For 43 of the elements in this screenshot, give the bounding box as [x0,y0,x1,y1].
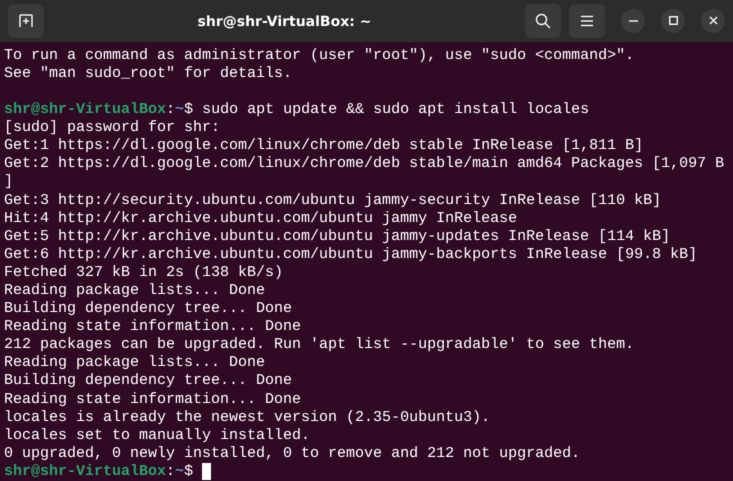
prompt-symbol: $ [184,462,194,480]
prompt-path: ~ [175,101,184,118]
new-tab-icon [18,14,34,28]
prompt-user-host: shr@shr-VirtualBox [4,101,166,118]
output-line: Get:1 https://dl.google.com/linux/chrome/deb stable InRelease [1,811 B] [4,137,644,154]
output-line: Reading package lists... Done [4,282,266,299]
maximize-icon [668,16,678,26]
menu-icon [580,14,594,27]
menu-button[interactable] [569,4,605,38]
output-line: locales is already the newest version (2.35-0ubuntu3). [4,408,490,426]
command-text: sudo apt update && sudo apt install locales [202,101,590,118]
output-line: Reading package lists... Done [4,354,266,372]
minimize-icon [628,20,638,22]
output-line: Get:5 http://kr.archive.ubuntu.com/ubuntu jammy-updates InRelease [114 kB] [4,228,670,245]
prompt-user-host: shr@shr-VirtualBox [4,462,166,480]
output-line: 0 upgraded, 0 newly installed, 0 to remove and 212 not upgraded. [4,444,580,462]
prompt-separator: : [166,462,176,480]
minimize-button[interactable] [621,8,645,33]
search-icon [535,12,551,29]
output-line: Get:2 https://dl.google.com/linux/chrome/deb stable/main amd64 Packages [1,097 B [4,155,724,172]
close-button[interactable] [701,8,725,33]
output-line: See "man sudo_root" for details. [4,64,292,82]
output-line: Fetched 327 kB in 2s (138 kB/s) [4,264,284,281]
prompt-symbol: $ [184,101,194,118]
output-line: Get:3 http://security.ubuntu.com/ubuntu jammy-security InRelease [110 kB] [4,192,662,208]
search-button[interactable] [525,4,561,38]
window-title: shr@shr-VirtualBox: ~ [198,14,372,30]
prompt-path: ~ [175,462,184,480]
output-line: Building dependency tree... Done [4,300,292,318]
output-line: Hit:4 http://kr.archive.ubuntu.com/ubuntu jammy InRelease [4,210,518,227]
output-line: To run a command as administrator (user "root"), use "sudo <command>". [4,46,634,64]
prompt-separator: : [166,101,176,118]
output-line: Building dependency tree... Done [4,372,292,390]
output-line: ] [4,173,14,190]
new-tab-button[interactable] [8,4,44,38]
output-line: Reading state information... Done [4,318,302,336]
output-line: Get:6 http://kr.archive.ubuntu.com/ubuntu jammy-backports InRelease [99.8 kB] [4,246,698,263]
output-line: 212 packages can be upgraded. Run 'apt list --upgradable' to see them. [4,336,634,354]
output-line: Reading state information... Done [4,390,302,408]
output-line: locales set to manually installed. [4,426,310,444]
close-icon [708,16,718,26]
output-line: [sudo] password for shr: [4,119,220,136]
maximize-button[interactable] [661,8,685,33]
